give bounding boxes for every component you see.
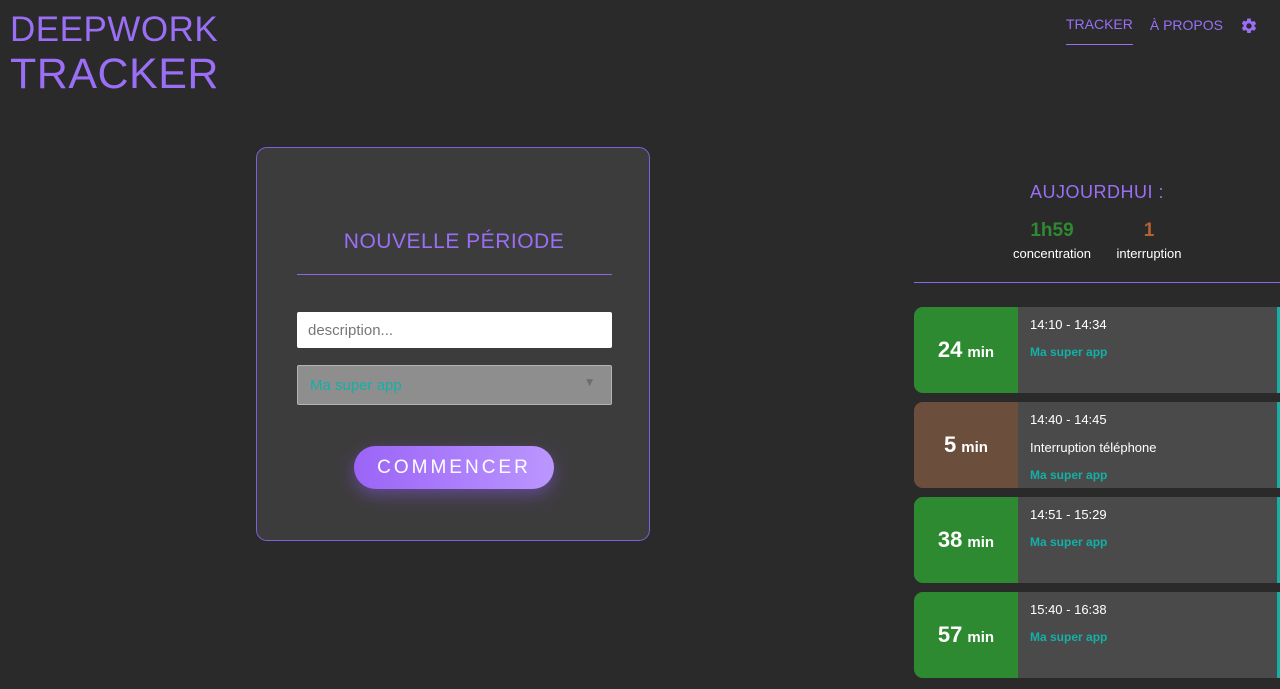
period-info: 14:10 - 14:34 Ma super app (1030, 317, 1267, 359)
period-info: 14:51 - 15:29 Ma super app (1030, 507, 1267, 549)
concentration-stat: 1h59 concentration (1006, 220, 1098, 261)
interruption-label: interruption (1116, 246, 1182, 261)
new-period-title: NOUVELLE PÉRIODE (343, 230, 565, 253)
duration-value: 5 (944, 432, 957, 457)
logo-line-2: TRACKER (10, 50, 219, 98)
top-nav: TRACKER À PROPOS (1049, 16, 1258, 45)
period-list: 24 min 14:10 - 14:34 Ma super app 5 min … (914, 307, 1280, 687)
gear-icon[interactable] (1240, 17, 1258, 35)
today-divider (914, 282, 1280, 283)
duration-value: 57 (937, 622, 963, 647)
concentration-label: concentration (1012, 246, 1092, 261)
today-summary: AUJOURDHUI : 1h59 concentration 1 interr… (914, 182, 1280, 261)
period-time: 14:10 - 14:34 (1030, 317, 1107, 332)
start-button[interactable]: COMMENCER (354, 446, 554, 489)
card-divider (297, 274, 612, 275)
period-item[interactable]: 24 min 14:10 - 14:34 Ma super app (914, 307, 1280, 393)
period-time: 15:40 - 16:38 (1030, 602, 1107, 617)
duration-unit: min (967, 343, 995, 361)
interruption-stat: 1 interruption (1110, 220, 1188, 261)
period-project: Ma super app (1030, 630, 1108, 644)
interruption-value: 1 (1143, 220, 1155, 241)
nav-about-link[interactable]: À PROPOS (1150, 17, 1223, 45)
period-info: 15:40 - 16:38 Ma super app (1030, 602, 1267, 644)
period-duration: 38 min (914, 497, 1018, 583)
today-title: AUJOURDHUI : (1029, 182, 1164, 202)
period-item[interactable]: 38 min 14:51 - 15:29 Ma super app (914, 497, 1280, 583)
period-item[interactable]: 5 min 14:40 - 14:45 Interruption télépho… (914, 402, 1280, 488)
period-time: 14:51 - 15:29 (1030, 507, 1107, 522)
period-duration: 57 min (914, 592, 1018, 678)
description-input[interactable] (297, 312, 612, 348)
period-item[interactable]: 57 min 15:40 - 16:38 Ma super app (914, 592, 1280, 678)
period-duration: 24 min (914, 307, 1018, 393)
app-logo: DEEPWORK TRACKER (10, 12, 219, 96)
project-select[interactable]: Ma super app ▼ (297, 365, 612, 405)
period-info: 14:40 - 14:45 Interruption téléphone Ma … (1030, 412, 1267, 482)
duration-unit: min (961, 438, 988, 456)
period-duration: 5 min (914, 402, 1018, 488)
period-time: 14:40 - 14:45 (1030, 412, 1107, 427)
project-select-value: Ma super app (310, 377, 402, 394)
period-description: Interruption téléphone (1030, 440, 1157, 455)
nav-tracker-link[interactable]: TRACKER (1065, 16, 1133, 45)
duration-value: 38 (937, 527, 963, 552)
duration-value: 24 (937, 337, 963, 362)
new-period-card: NOUVELLE PÉRIODE Ma super app ▼ COMMENCE… (256, 147, 650, 541)
period-project: Ma super app (1030, 468, 1108, 482)
logo-line-1: DEEPWORK (10, 10, 219, 49)
concentration-value: 1h59 (1030, 220, 1074, 241)
period-project: Ma super app (1030, 535, 1108, 549)
chevron-down-icon: ▼ (586, 378, 593, 388)
period-project: Ma super app (1030, 345, 1108, 359)
duration-unit: min (967, 628, 995, 646)
duration-unit: min (967, 533, 995, 551)
